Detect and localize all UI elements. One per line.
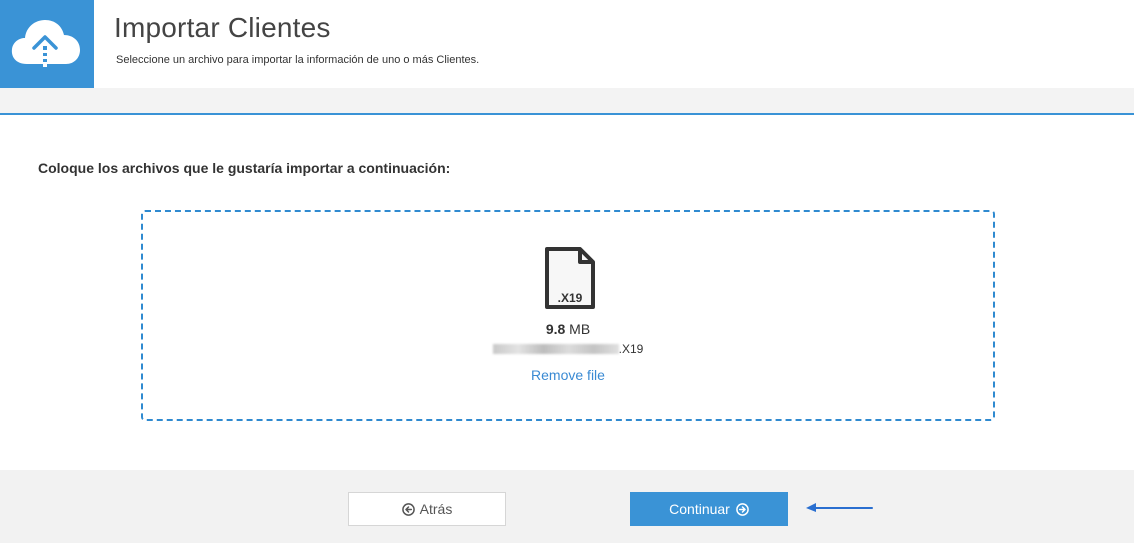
cloud-upload-icon	[11, 20, 80, 67]
file-extension: .X19	[557, 291, 583, 305]
back-button[interactable]: Atrás	[348, 492, 506, 526]
annotation-arrow-icon	[806, 503, 873, 512]
header-band	[0, 88, 1134, 113]
continue-button-label: Continuar	[669, 501, 730, 517]
header-icon-box	[0, 0, 94, 88]
file-size-value: 9.8	[545, 321, 566, 337]
instruction-text: Coloque los archivos que le gustaría imp…	[38, 160, 451, 176]
file-size-unit: MB	[569, 321, 591, 337]
circle-arrow-right-icon	[736, 502, 749, 516]
page-header: Importar Clientes Seleccione un archivo …	[0, 0, 1134, 88]
file-name-suffix: .X19	[618, 342, 644, 356]
file-size: 9.8 MB	[143, 321, 993, 337]
back-button-label: Atrás	[419, 501, 453, 517]
page-title: Importar Clientes	[114, 12, 331, 43]
page-subtitle: Seleccione un archivo para importar la i…	[116, 54, 480, 66]
continue-button[interactable]: Continuar	[630, 492, 788, 526]
header-divider	[0, 113, 1134, 115]
file-name-redacted	[492, 344, 619, 354]
file-dropzone[interactable]: .X19 9.8 MB .X19 Remove file	[141, 210, 995, 421]
footer-bar: Atrás Continuar	[0, 470, 1134, 543]
circle-arrow-left-icon	[401, 502, 415, 516]
remove-file-link[interactable]: Remove file	[143, 367, 993, 383]
file-name: .X19	[143, 342, 993, 356]
